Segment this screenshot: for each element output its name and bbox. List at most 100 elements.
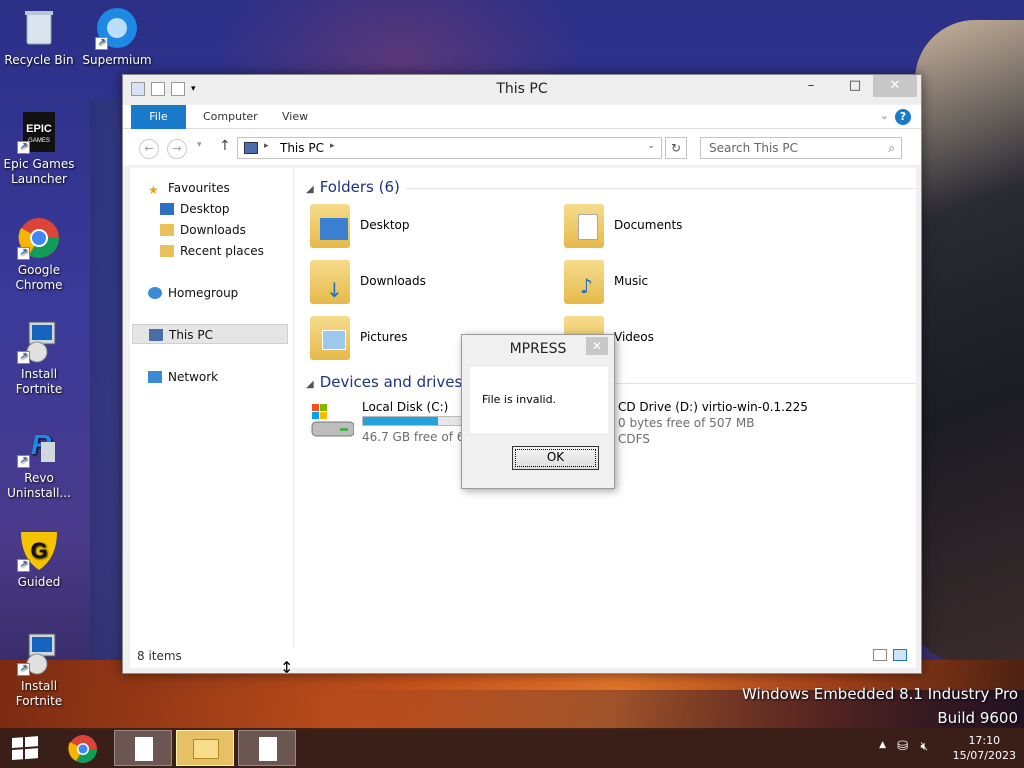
maximize-button[interactable]: □: [833, 75, 877, 97]
folder-music[interactable]: ♪ Music: [564, 258, 804, 308]
nav-label: Desktop: [180, 202, 230, 216]
nav-network[interactable]: Network: [148, 367, 304, 387]
resize-cursor-icon: ↕: [280, 658, 294, 677]
dialog-close-button[interactable]: ✕: [586, 337, 608, 355]
back-button[interactable]: ←: [139, 139, 159, 159]
svg-text:GAMES: GAMES: [28, 138, 50, 144]
star-icon: ★: [148, 183, 159, 197]
large-icons-view-icon[interactable]: [893, 649, 907, 661]
desktop-icon-chrome[interactable]: ↗ Google Chrome: [1, 216, 77, 293]
address-dropdown-icon[interactable]: ⌄: [647, 141, 655, 151]
drive-free-space: 0 bytes free of 507 MB: [618, 416, 755, 430]
tab-file[interactable]: File: [131, 105, 186, 129]
help-icon[interactable]: ?: [895, 109, 911, 125]
title-bar[interactable]: ▾ This PC – □ ✕: [123, 75, 921, 105]
downloads-icon: [160, 224, 174, 236]
dialog-message-area: File is invalid.: [470, 367, 608, 433]
volume-muted-icon[interactable]: 🔇︎: [920, 739, 928, 754]
desktop-icon-install-fortnite[interactable]: ↗ Install Fortnite: [1, 320, 77, 397]
folder-documents[interactable]: Documents: [564, 202, 804, 252]
network-tray-icon[interactable]: ⛁: [897, 739, 908, 754]
breadcrumb-chevron-icon[interactable]: ▸: [330, 141, 335, 151]
section-title: Folders (6): [319, 178, 400, 196]
folder-name: Desktop: [360, 218, 410, 232]
tab-computer[interactable]: Computer: [189, 105, 272, 129]
nav-label: Recent places: [180, 244, 264, 258]
nav-downloads[interactable]: Downloads: [160, 220, 316, 240]
taskbar-file-explorer[interactable]: [176, 730, 234, 766]
desktop-icon-supermium[interactable]: ↗ Supermium: [79, 6, 155, 68]
desktop-icon-guilded[interactable]: G ↗ Guided: [1, 528, 77, 590]
desktop-icon-label: Epic Games Launcher: [3, 157, 75, 186]
computer-icon: [244, 142, 258, 154]
forward-button[interactable]: →: [167, 139, 187, 159]
taskbar-document-2[interactable]: [238, 730, 296, 766]
nav-desktop[interactable]: Desktop: [160, 199, 316, 219]
shortcut-arrow-icon: ↗: [17, 663, 30, 676]
folder-desktop[interactable]: Desktop: [310, 202, 550, 252]
show-hidden-icons-icon[interactable]: ▲: [879, 740, 886, 750]
desktop-icon-label: Recycle Bin: [4, 53, 74, 67]
details-view-icon[interactable]: [873, 649, 887, 661]
desktop-icon-recycle-bin[interactable]: Recycle Bin: [1, 6, 77, 68]
desktop-icon-install-fortnite-2[interactable]: ↗ Install Fortnite: [1, 632, 77, 709]
recent-locations-icon[interactable]: ▾: [197, 140, 202, 150]
desktop-icon-label: Install Fortnite: [15, 679, 63, 708]
nav-this-pc[interactable]: This PC: [132, 324, 288, 344]
mpress-dialog: MPRESS ✕ File is invalid. OK: [461, 334, 615, 489]
nav-label: Homegroup: [168, 286, 239, 300]
address-bar[interactable]: ▸ This PC ▸ ⌄: [237, 137, 662, 159]
nav-label: Network: [168, 370, 219, 384]
refresh-button[interactable]: ↻: [665, 137, 687, 159]
drive-name: Local Disk (C:): [362, 400, 449, 414]
breadcrumb-chevron-icon[interactable]: ▸: [264, 141, 269, 151]
chrome-icon: [68, 735, 97, 763]
taskbar-chrome[interactable]: [54, 730, 112, 766]
recycle-bin-icon: [17, 6, 61, 50]
tab-view[interactable]: View: [268, 105, 322, 129]
dialog-message: File is invalid.: [482, 393, 557, 406]
search-input[interactable]: Search This PC ⌕: [700, 137, 902, 159]
folder-documents-icon: [564, 204, 604, 248]
drive-cd[interactable]: CD Drive (D:) virtio-win-0.1.225 0 bytes…: [616, 398, 906, 450]
shortcut-arrow-icon: ↗: [17, 559, 30, 572]
os-watermark-edition: Windows Embedded 8.1 Industry Pro: [741, 685, 1018, 703]
folder-music-icon: ♪: [564, 260, 604, 304]
desktop-icon-revo-uninstaller[interactable]: R ↗ Revo Uninstall...: [1, 424, 77, 501]
folder-pictures-icon: [310, 316, 350, 360]
start-button[interactable]: [0, 730, 50, 766]
os-watermark-build: Build 9600: [937, 709, 1018, 727]
computer-icon: [149, 329, 163, 341]
breadcrumb-this-pc[interactable]: This PC: [280, 141, 324, 155]
desktop-icon-label: Install Fortnite: [15, 367, 63, 396]
up-button[interactable]: ↑: [219, 138, 231, 154]
clock-date: 15/07/2023: [952, 749, 1016, 762]
epic-games-icon: EPIC GAMES ↗: [17, 110, 61, 154]
clock-time: 17:10: [968, 734, 1001, 747]
hard-drive-icon: [310, 404, 355, 438]
taskbar-document-1[interactable]: [114, 730, 172, 766]
nav-homegroup[interactable]: Homegroup: [148, 283, 304, 303]
shortcut-arrow-icon: ↗: [17, 455, 30, 468]
folder-downloads[interactable]: ↓ Downloads: [310, 258, 550, 308]
close-button[interactable]: ✕: [873, 75, 917, 97]
ribbon-tabs: File Computer View ⌄ ?: [123, 105, 921, 129]
nav-recent-places[interactable]: Recent places: [160, 241, 316, 261]
document-icon: [259, 737, 277, 761]
desktop-icon-label: Revo Uninstall...: [7, 471, 71, 500]
folders-section-header[interactable]: ◢ Folders (6): [306, 178, 916, 196]
desktop-icon-epic-games[interactable]: EPIC GAMES ↗ Epic Games Launcher: [1, 110, 77, 187]
search-placeholder: Search This PC: [709, 141, 798, 155]
shortcut-arrow-icon: ↗: [17, 247, 30, 260]
nav-label: This PC: [169, 328, 213, 342]
supermium-icon: ↗: [95, 6, 139, 50]
collapse-icon: ◢: [306, 184, 314, 195]
wallpaper-character: [915, 20, 1024, 660]
expand-ribbon-icon[interactable]: ⌄: [880, 109, 889, 122]
minimize-button[interactable]: –: [789, 75, 833, 97]
nav-favourites[interactable]: ★ Favourites: [148, 178, 304, 198]
desktop-icon-label: Guided: [17, 575, 61, 589]
clock[interactable]: 17:10 15/07/2023: [953, 733, 1016, 763]
ok-button[interactable]: OK: [512, 446, 599, 470]
svg-text:G: G: [30, 538, 47, 563]
